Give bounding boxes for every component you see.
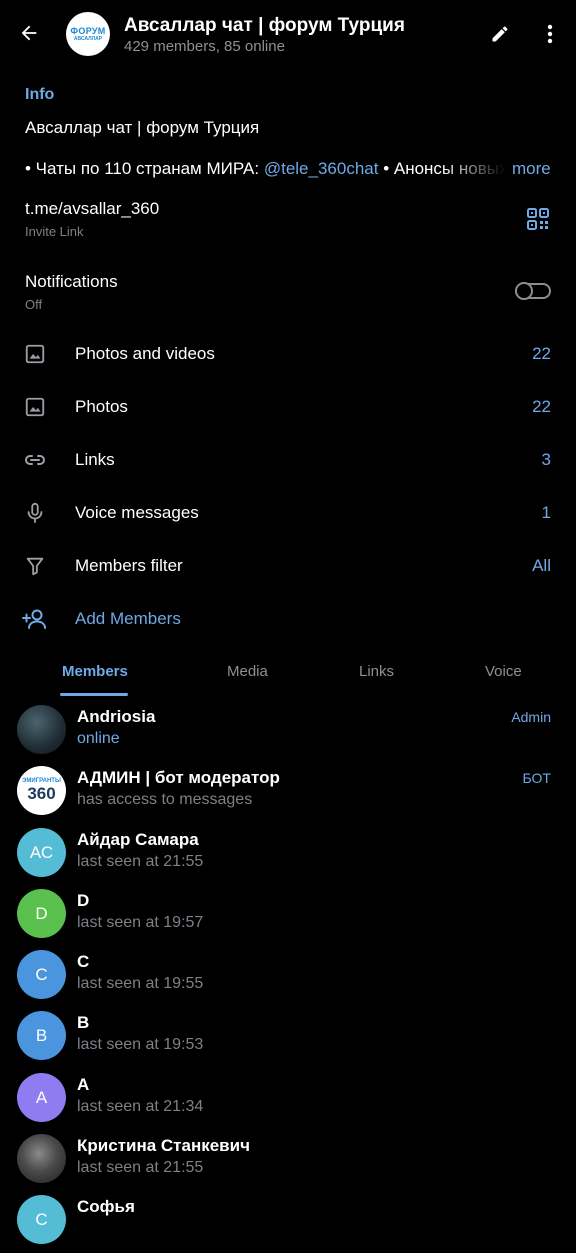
add-members-button[interactable]: Add Members [0, 592, 576, 645]
row-photos-and-videos[interactable]: Photos and videos 22 [0, 327, 576, 380]
member-row[interactable]: С Софья [0, 1192, 576, 1253]
tab-media[interactable]: Media [227, 663, 268, 680]
pencil-icon [492, 26, 508, 42]
info-section-label: Info [25, 86, 55, 103]
member-name: Айдар Самара [77, 830, 199, 849]
arrow-left-icon [21, 25, 37, 41]
qr-code-button[interactable] [526, 207, 550, 231]
back-button[interactable] [14, 18, 44, 48]
member-name: D [77, 891, 90, 910]
invite-link[interactable]: t.me/avsallar_360 [25, 199, 159, 219]
member-status: last seen at 21:55 [77, 853, 204, 870]
filter-icon [22, 553, 48, 579]
row-label: Photos [75, 397, 128, 416]
row-label: Add Members [75, 609, 181, 628]
top-bar: ФОРУМ АВСАЛЛАР Авсаллар чат | форум Турц… [0, 0, 576, 66]
tab-members[interactable]: Members [62, 663, 128, 680]
notifications-label: Notifications [25, 272, 118, 291]
avatar: A [17, 1073, 66, 1122]
notifications-status: Off [25, 297, 43, 312]
logo-text-top: ФОРУМ [70, 25, 106, 36]
member-name: A [77, 1075, 90, 1094]
image-icon [22, 341, 48, 367]
member-role: БОТ [522, 770, 551, 786]
add-user-icon [22, 606, 48, 632]
tabs-bar: Members Media Links Voice [0, 650, 576, 696]
info-chat-title: Авсаллар чат | форум Турция [25, 118, 260, 137]
avatar [17, 705, 66, 754]
member-status: last seen at 21:55 [77, 1159, 204, 1176]
row-count: 22 [532, 344, 551, 363]
row-count: 3 [541, 450, 551, 469]
member-name: Andriosia [77, 707, 156, 726]
row-links[interactable]: Links 3 [0, 433, 576, 486]
avatar: B [17, 1011, 66, 1060]
chat-title: Авсаллар чат | форум Турция [124, 15, 405, 36]
row-members-filter[interactable]: Members filter All [0, 539, 576, 592]
member-status: last seen at 19:57 [77, 914, 204, 931]
chat-avatar[interactable]: ФОРУМ АВСАЛЛАР [66, 12, 110, 56]
row-label: Links [75, 450, 115, 469]
avatar: ЭМИГРАНТЫ 360 [17, 766, 66, 815]
member-status: has access to messages [77, 791, 253, 808]
description-prefix: • Чаты по 110 странам МИРА: [25, 159, 264, 178]
row-count: 22 [532, 397, 551, 416]
row-count: 1 [541, 503, 551, 522]
description-more-link[interactable]: more [512, 159, 551, 179]
avatar: D [17, 889, 66, 938]
member-row[interactable]: АС Айдар Самара last seen at 21:55 [0, 825, 576, 886]
member-name: АДМИН | бот модератор [77, 768, 280, 787]
description-mention-link[interactable]: @tele_360chat [264, 159, 379, 178]
member-name: C [77, 952, 90, 971]
member-row[interactable]: B B last seen at 19:53 [0, 1008, 576, 1069]
member-status: last seen at 21:34 [77, 1098, 204, 1115]
avatar: C [17, 950, 66, 999]
member-status: last seen at 19:55 [77, 975, 204, 992]
member-name: Софья [77, 1197, 135, 1216]
more-options-button[interactable] [538, 20, 562, 48]
chat-subtitle: 429 members, 85 online [124, 38, 285, 55]
avatar: С [17, 1195, 66, 1244]
notifications-toggle[interactable] [515, 282, 551, 300]
chat-description: • Чаты по 110 странам МИРА: @tele_360cha… [25, 159, 505, 179]
logo-text-bottom: АВСАЛЛАР [73, 35, 103, 42]
invite-link-caption: Invite Link [25, 224, 84, 239]
image-icon [22, 394, 48, 420]
row-label: Photos and videos [75, 344, 215, 363]
member-role: Admin [511, 709, 551, 725]
member-name: B [77, 1013, 90, 1032]
member-name: Кристина Станкевич [77, 1136, 250, 1155]
member-status: last seen at 19:53 [77, 1036, 204, 1053]
member-row[interactable]: Кристина Станкевич last seen at 21:55 [0, 1131, 576, 1192]
tab-links[interactable]: Links [359, 663, 394, 680]
microphone-icon [22, 500, 48, 526]
member-row[interactable]: Andriosia online Admin [0, 702, 576, 763]
vertical-dots-icon [547, 24, 553, 44]
member-row[interactable]: ЭМИГРАНТЫ 360 АДМИН | бот модератор has … [0, 763, 576, 824]
avatar: АС [17, 828, 66, 877]
row-label: Members filter [75, 556, 183, 575]
member-status: online [77, 730, 120, 747]
avatar-logo-number: 360 [27, 784, 56, 803]
edit-button[interactable] [486, 20, 514, 48]
tab-voice[interactable]: Voice [485, 663, 522, 680]
member-row[interactable]: D D last seen at 19:57 [0, 886, 576, 947]
member-row[interactable]: C C last seen at 19:55 [0, 947, 576, 1008]
row-voice-messages[interactable]: Voice messages 1 [0, 486, 576, 539]
member-row[interactable]: A A last seen at 21:34 [0, 1070, 576, 1131]
avatar [17, 1134, 66, 1183]
row-value: All [532, 556, 551, 575]
active-tab-indicator [60, 693, 128, 696]
qr-code-icon [527, 208, 549, 230]
row-photos[interactable]: Photos 22 [0, 380, 576, 433]
row-label: Voice messages [75, 503, 199, 522]
description-fade [440, 155, 506, 183]
toggle-knob [515, 282, 533, 300]
link-icon [22, 447, 48, 473]
